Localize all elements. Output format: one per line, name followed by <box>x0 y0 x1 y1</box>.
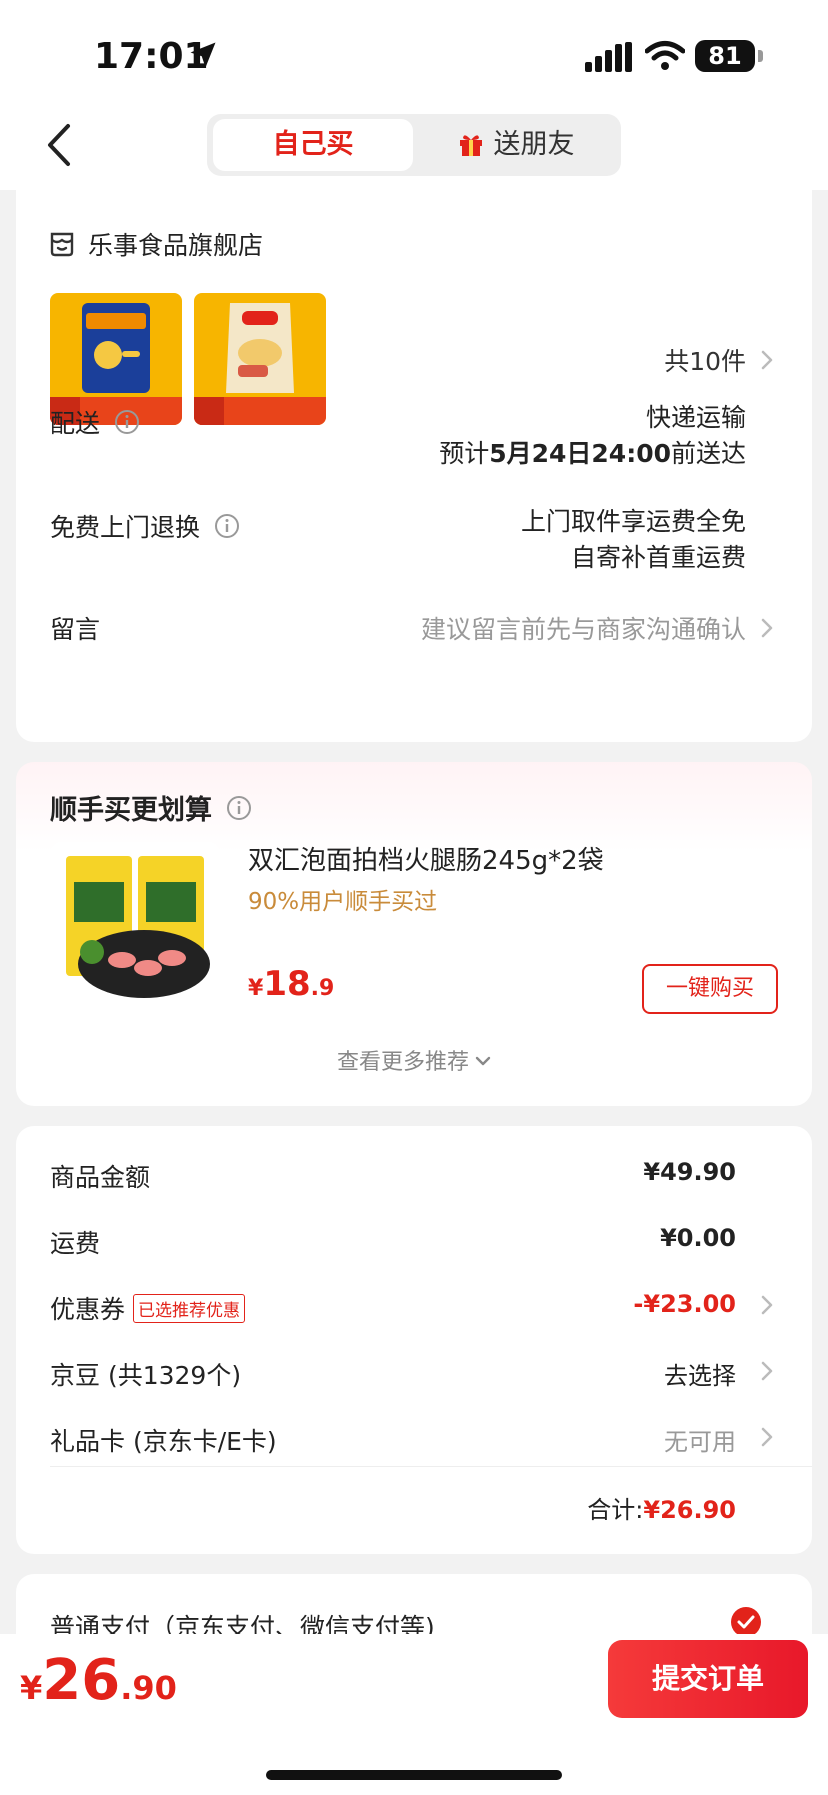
more-recommendations-label: 查看更多推荐 <box>336 1050 469 1075</box>
recommend-title: 顺手买更划算 <box>50 795 212 826</box>
goods-amount-label: 商品金额 <box>50 1163 151 1192</box>
product-image-lays[interactable] <box>194 293 326 425</box>
signal-icon <box>585 42 632 72</box>
header: 自己买 送朋友 <box>0 100 828 190</box>
tab-buy-self[interactable]: 自己买 <box>213 119 413 171</box>
store-name: 乐事食品旗舰店 <box>88 231 264 260</box>
message-placeholder: 建议留言前先与商家沟通确认 <box>420 615 746 644</box>
chevron-right-icon <box>761 1427 773 1447</box>
returns-line1: 上门取件享运费全免 <box>520 507 746 536</box>
status-bar: 17:01 81 <box>0 0 828 100</box>
delivery-label: 配送 <box>50 409 101 438</box>
item-count[interactable]: 共10件 <box>664 342 774 378</box>
payment-card[interactable]: 普通支付（京东支付、微信支付等) <box>16 1574 812 1642</box>
order-card: 乐事食品旗舰店 共10件 配送 快递运输 预计5月24日24:00前送达 免费上… <box>16 190 812 742</box>
more-recommendations[interactable]: 查看更多推荐 <box>16 1044 812 1076</box>
total-label: 合计: <box>587 1496 644 1524</box>
checkout-total-price: ¥26.90 <box>20 1648 177 1713</box>
delivery-method: 快递运输 <box>645 403 746 432</box>
goods-amount-value: ¥49.90 <box>643 1158 736 1186</box>
recommend-card: 顺手买更划算 双汇泡面拍档火腿肠245g*2袋 90%用户顺手买过 ¥18.9 … <box>16 762 812 1106</box>
home-indicator[interactable] <box>266 1770 562 1780</box>
message-field[interactable]: 建议留言前先与商家沟通确认 <box>421 610 774 646</box>
returns-info: 上门取件享运费全免 自寄补首重运费 <box>521 504 746 576</box>
gift-icon <box>459 135 482 156</box>
tab-send-friend[interactable]: 送朋友 <box>417 119 615 171</box>
returns-label-row: 免费上门退换 <box>50 508 240 544</box>
jd-beans-label: 京豆 (共1329个) <box>50 1361 242 1390</box>
recommend-product-subtitle: 90%用户顺手买过 <box>248 889 438 915</box>
gift-card-value[interactable]: 无可用 <box>664 1422 736 1457</box>
delivery-estimate-date: 5月24日24:00 <box>489 439 671 468</box>
divider <box>50 1466 812 1467</box>
price-decimal: .9 <box>310 976 335 1001</box>
buy-mode-switch: 自己买 送朋友 <box>207 114 621 176</box>
info-icon[interactable] <box>214 513 240 539</box>
shipping-fee-value: ¥0.00 <box>660 1224 736 1252</box>
chevron-right-icon <box>761 1361 773 1381</box>
coupon-tag: 已选推荐优惠 <box>133 1293 246 1323</box>
location-arrow-icon <box>190 42 216 68</box>
jd-beans-value[interactable]: 去选择 <box>664 1356 736 1391</box>
total-row: 合计:¥26.90 <box>587 1490 736 1525</box>
store-icon <box>50 232 74 257</box>
back-chevron-icon[interactable] <box>42 122 78 168</box>
total-value: ¥26.90 <box>643 1496 736 1524</box>
submit-order-button[interactable]: 提交订单 <box>608 1640 808 1718</box>
delivery-estimate: 预计5月24日24:00前送达 <box>439 436 746 472</box>
price-summary-card: 商品金额 ¥49.90 运费 ¥0.00 优惠券 已选推荐优惠 -¥23.00 … <box>16 1126 812 1554</box>
shipping-fee-label: 运费 <box>50 1229 101 1258</box>
checkout-bar: ¥26.90 提交订单 <box>0 1634 828 1795</box>
delivery-estimate-prefix: 预计 <box>439 439 490 468</box>
info-icon[interactable] <box>226 795 252 821</box>
recommend-product-image[interactable] <box>52 842 218 1012</box>
chevron-right-icon <box>761 350 773 370</box>
info-icon[interactable] <box>114 409 140 435</box>
coupon-label: 优惠券 <box>50 1295 126 1324</box>
message-label: 留言 <box>50 615 101 644</box>
delivery-info: 快递运输 预计5月24日24:00前送达 <box>439 400 746 472</box>
battery-icon: 81 <box>695 40 763 72</box>
price-integer: 26 <box>42 1648 121 1713</box>
coupon-value[interactable]: -¥23.00 <box>633 1290 736 1318</box>
delivery-estimate-suffix: 前送达 <box>670 439 746 468</box>
one-click-buy-button[interactable]: 一键购买 <box>642 964 778 1014</box>
coupon-row[interactable]: 优惠券 已选推荐优惠 <box>50 1290 246 1326</box>
delivery-label-row: 配送 <box>50 404 140 440</box>
wifi-icon <box>645 41 685 70</box>
item-count-label: 共10件 <box>664 347 746 376</box>
recommend-title-row: 顺手买更划算 <box>50 788 252 827</box>
gift-card-label: 礼品卡 (京东卡/E卡) <box>50 1427 277 1456</box>
recommend-product-name[interactable]: 双汇泡面拍档火腿肠245g*2袋 <box>248 840 604 877</box>
price-currency: ¥ <box>248 976 264 1001</box>
store-row[interactable]: 乐事食品旗舰店 <box>48 226 263 262</box>
chevron-down-icon <box>475 1056 491 1066</box>
returns-label: 免费上门退换 <box>50 513 201 542</box>
tab-send-friend-label: 送朋友 <box>493 129 575 160</box>
chevron-right-icon <box>761 618 773 638</box>
price-currency: ¥ <box>20 1669 43 1707</box>
returns-line2: 自寄补首重运费 <box>570 543 746 572</box>
chevron-right-icon <box>761 1295 773 1315</box>
price-integer: 18 <box>263 964 311 1004</box>
recommend-product-price: ¥18.9 <box>248 964 334 1004</box>
price-decimal: .90 <box>120 1669 177 1707</box>
